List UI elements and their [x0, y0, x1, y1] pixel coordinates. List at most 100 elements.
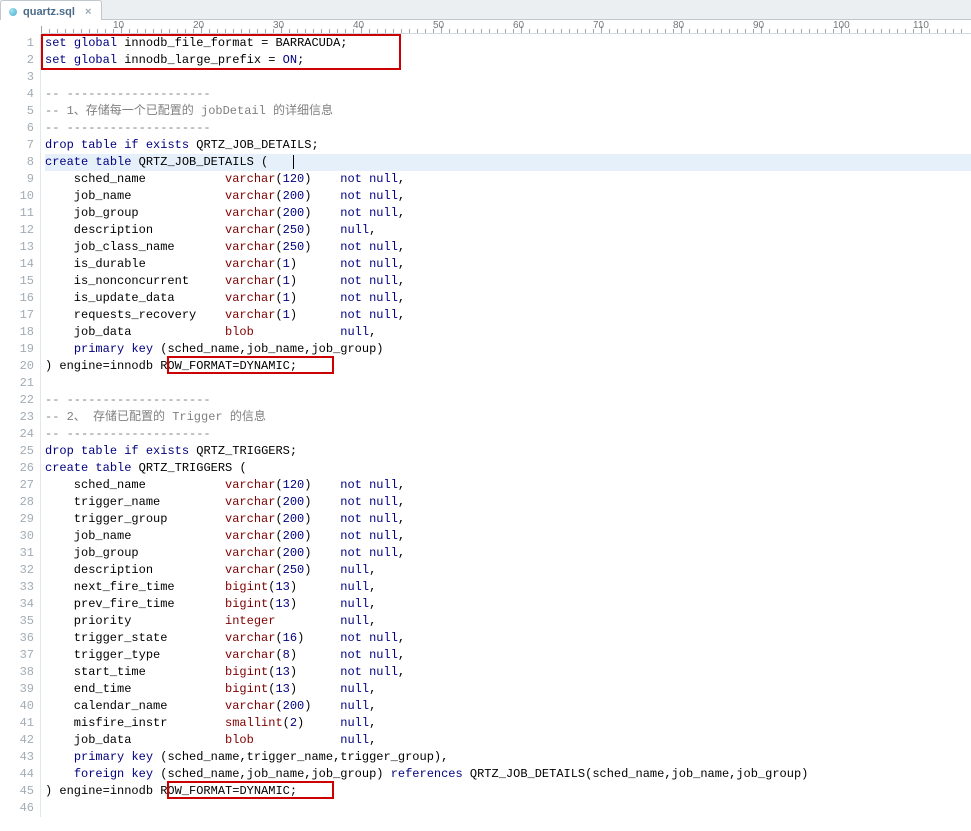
code-line[interactable]: -- 2、 存储已配置的 Trigger 的信息 — [45, 409, 971, 426]
line-number: 26 — [0, 460, 34, 477]
file-type-icon — [9, 8, 17, 16]
line-number: 16 — [0, 290, 34, 307]
line-number: 40 — [0, 698, 34, 715]
code-line[interactable]: trigger_state varchar(16) not null, — [45, 630, 971, 647]
code-line[interactable] — [45, 800, 971, 817]
code-line[interactable]: start_time bigint(13) not null, — [45, 664, 971, 681]
code-line[interactable]: job_class_name varchar(250) not null, — [45, 239, 971, 256]
line-number: 3 — [0, 69, 34, 86]
code-line[interactable]: job_name varchar(200) not null, — [45, 188, 971, 205]
line-number: 35 — [0, 613, 34, 630]
line-number: 43 — [0, 749, 34, 766]
line-number: 29 — [0, 511, 34, 528]
line-number: 20 — [0, 358, 34, 375]
line-number: 44 — [0, 766, 34, 783]
column-ruler: 102030405060708090100110 — [41, 20, 971, 34]
code-line[interactable]: calendar_name varchar(200) null, — [45, 698, 971, 715]
line-number: 15 — [0, 273, 34, 290]
code-line[interactable]: prev_fire_time bigint(13) null, — [45, 596, 971, 613]
code-line[interactable]: priority integer null, — [45, 613, 971, 630]
line-number: 6 — [0, 120, 34, 137]
line-number: 36 — [0, 630, 34, 647]
code-line[interactable]: requests_recovery varchar(1) not null, — [45, 307, 971, 324]
line-number: 1 — [0, 35, 34, 52]
line-number: 4 — [0, 86, 34, 103]
line-number: 33 — [0, 579, 34, 596]
code-editor[interactable]: 1234567891011121314151617181920212223242… — [0, 34, 971, 817]
code-line[interactable]: -- -------------------- — [45, 426, 971, 443]
line-number: 42 — [0, 732, 34, 749]
code-line[interactable]: sched_name varchar(120) not null, — [45, 477, 971, 494]
line-number: 45 — [0, 783, 34, 800]
code-line[interactable]: -- -------------------- — [45, 86, 971, 103]
text-cursor — [293, 155, 294, 169]
line-number: 11 — [0, 205, 34, 222]
line-number: 10 — [0, 188, 34, 205]
line-number: 18 — [0, 324, 34, 341]
line-number: 21 — [0, 375, 34, 392]
line-number: 9 — [0, 171, 34, 188]
code-line[interactable]: primary key (sched_name,job_name,job_gro… — [45, 341, 971, 358]
code-line[interactable]: job_data blob null, — [45, 732, 971, 749]
code-line[interactable]: misfire_instr smallint(2) null, — [45, 715, 971, 732]
code-line[interactable]: job_data blob null, — [45, 324, 971, 341]
code-line[interactable]: foreign key (sched_name,job_name,job_gro… — [45, 766, 971, 783]
code-line[interactable]: -- -------------------- — [45, 392, 971, 409]
tab-bar: quartz.sql × — [0, 0, 971, 20]
line-number: 12 — [0, 222, 34, 239]
line-number: 22 — [0, 392, 34, 409]
line-number: 17 — [0, 307, 34, 324]
line-number: 34 — [0, 596, 34, 613]
line-number: 30 — [0, 528, 34, 545]
line-number: 28 — [0, 494, 34, 511]
close-icon[interactable]: × — [85, 6, 91, 18]
code-line[interactable]: trigger_group varchar(200) not null, — [45, 511, 971, 528]
code-line[interactable]: create table QRTZ_JOB_DETAILS ( — [45, 154, 971, 171]
line-number: 7 — [0, 137, 34, 154]
line-number: 24 — [0, 426, 34, 443]
code-line[interactable]: drop table if exists QRTZ_TRIGGERS; — [45, 443, 971, 460]
line-number: 46 — [0, 800, 34, 817]
code-line[interactable]: trigger_name varchar(200) not null, — [45, 494, 971, 511]
code-line[interactable]: job_group varchar(200) not null, — [45, 205, 971, 222]
line-number: 38 — [0, 664, 34, 681]
line-number: 37 — [0, 647, 34, 664]
code-line[interactable]: set global innodb_file_format = BARRACUD… — [45, 35, 971, 52]
code-line[interactable]: job_name varchar(200) not null, — [45, 528, 971, 545]
code-line[interactable]: job_group varchar(200) not null, — [45, 545, 971, 562]
code-area[interactable]: set global innodb_file_format = BARRACUD… — [41, 34, 971, 817]
code-line[interactable]: drop table if exists QRTZ_JOB_DETAILS; — [45, 137, 971, 154]
code-line[interactable]: is_durable varchar(1) not null, — [45, 256, 971, 273]
line-number-gutter: 1234567891011121314151617181920212223242… — [0, 34, 41, 817]
code-line[interactable] — [45, 69, 971, 86]
line-number: 2 — [0, 52, 34, 69]
code-line[interactable]: create table QRTZ_TRIGGERS ( — [45, 460, 971, 477]
code-line[interactable]: is_update_data varchar(1) not null, — [45, 290, 971, 307]
code-line[interactable]: description varchar(250) null, — [45, 222, 971, 239]
code-line[interactable]: ) engine=innodb ROW_FORMAT=DYNAMIC; — [45, 358, 971, 375]
code-line[interactable]: -- 1、存储每一个已配置的 jobDetail 的详细信息 — [45, 103, 971, 120]
code-line[interactable]: sched_name varchar(120) not null, — [45, 171, 971, 188]
code-line[interactable]: primary key (sched_name,trigger_name,tri… — [45, 749, 971, 766]
code-line[interactable]: ) engine=innodb ROW_FORMAT=DYNAMIC; — [45, 783, 971, 800]
code-line[interactable]: description varchar(250) null, — [45, 562, 971, 579]
code-line[interactable]: is_nonconcurrent varchar(1) not null, — [45, 273, 971, 290]
line-number: 14 — [0, 256, 34, 273]
tab-filename: quartz.sql — [23, 6, 75, 18]
code-line[interactable]: set global innodb_large_prefix = ON; — [45, 52, 971, 69]
line-number: 31 — [0, 545, 34, 562]
line-number: 8 — [0, 154, 34, 171]
code-line[interactable]: end_time bigint(13) null, — [45, 681, 971, 698]
code-line[interactable]: next_fire_time bigint(13) null, — [45, 579, 971, 596]
line-number: 39 — [0, 681, 34, 698]
line-number: 23 — [0, 409, 34, 426]
line-number: 5 — [0, 103, 34, 120]
editor-tab[interactable]: quartz.sql × — [0, 0, 102, 20]
line-number: 41 — [0, 715, 34, 732]
line-number: 19 — [0, 341, 34, 358]
code-line[interactable] — [45, 375, 971, 392]
line-number: 25 — [0, 443, 34, 460]
code-line[interactable]: -- -------------------- — [45, 120, 971, 137]
code-line[interactable]: trigger_type varchar(8) not null, — [45, 647, 971, 664]
line-number: 13 — [0, 239, 34, 256]
